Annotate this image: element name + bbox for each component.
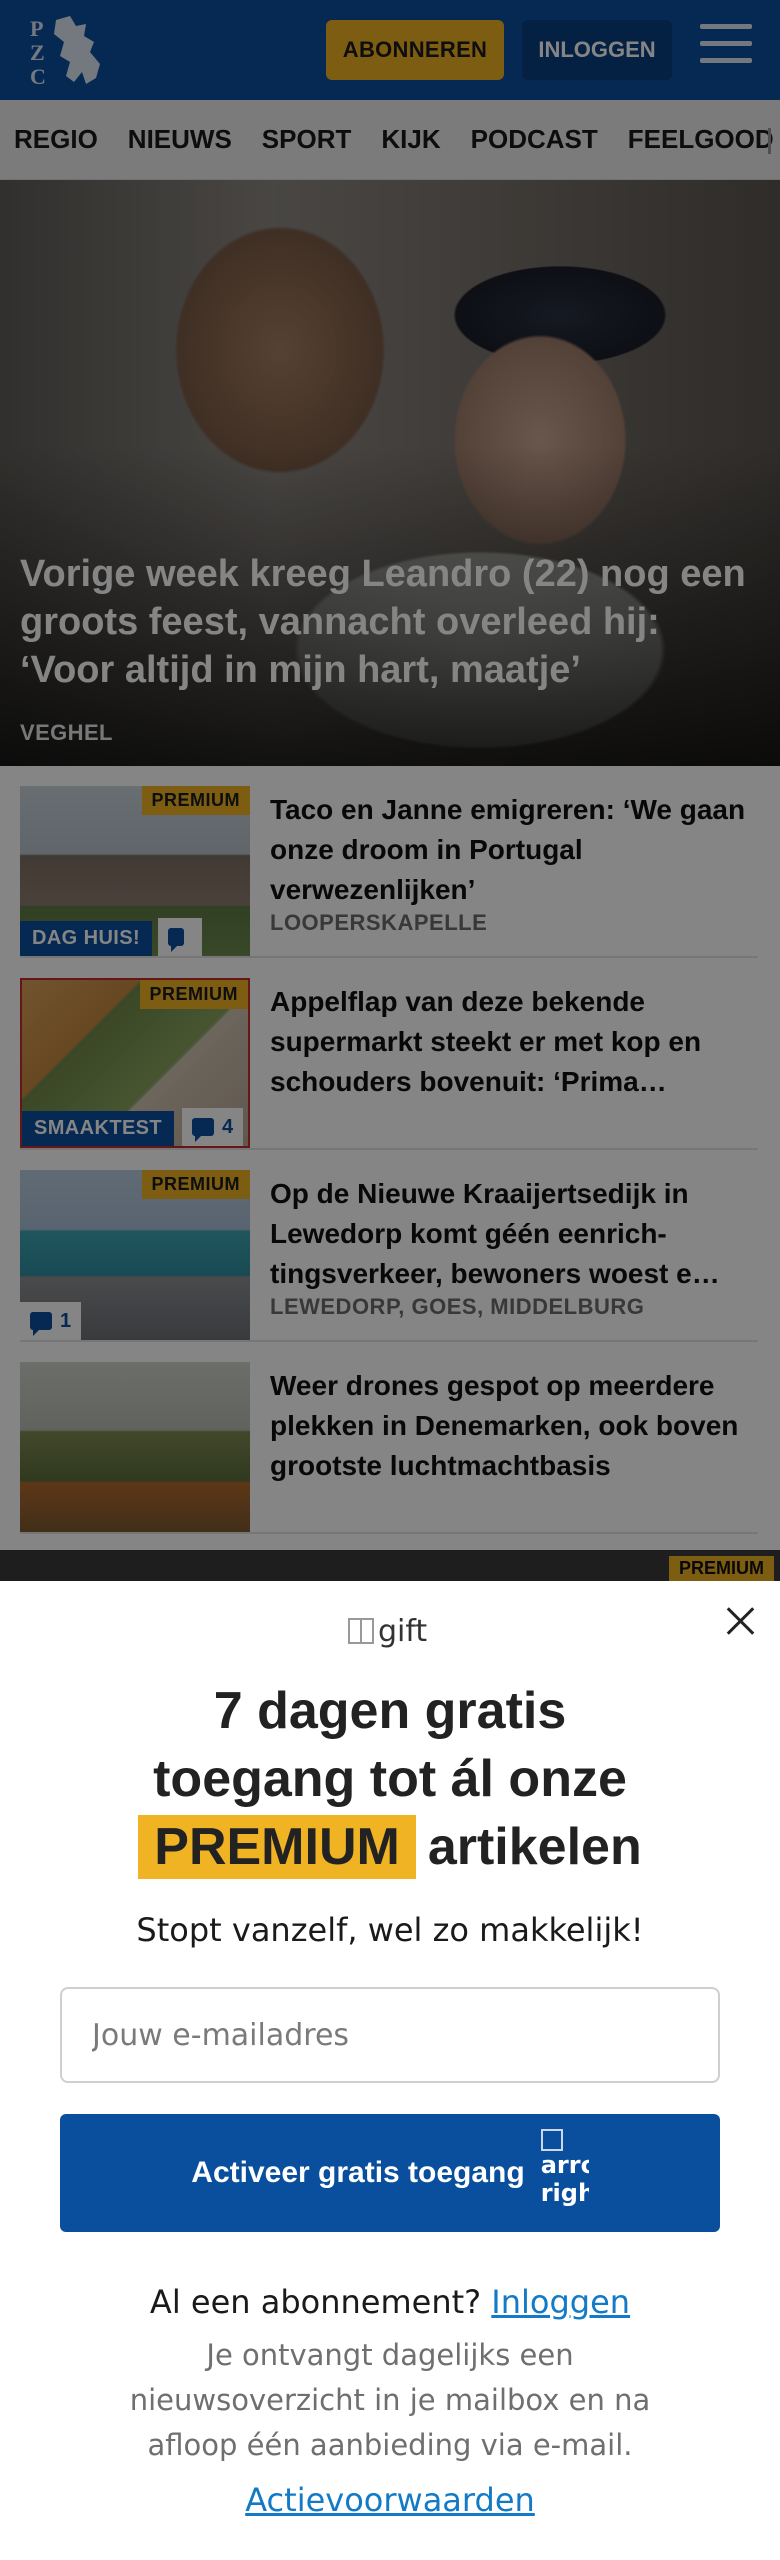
terms-link[interactable]: Actievoorwaarden (245, 2481, 535, 2519)
login-link[interactable]: Inloggen (491, 2283, 630, 2321)
arrow-right-icon: arrow-right (540, 2125, 589, 2221)
modal-info-text: Je ontvangt dagelijks een nieuwsoverzich… (129, 2338, 651, 2462)
activate-button[interactable]: Activeer gratis toegang arrow-right (60, 2114, 720, 2232)
gift-icon: gift (348, 1611, 427, 1651)
terms-link-wrapper: Actievoorwaarden (0, 2481, 780, 2519)
existing-subscription-text: Al een abonnement? Inloggen (149, 2283, 631, 2321)
email-input[interactable] (60, 1987, 720, 2083)
modal-subline: Stopt vanzelf, wel zo makkelijk! (136, 1911, 644, 1949)
premium-highlight: PREMIUM (138, 1815, 416, 1879)
modal-backdrop[interactable] (0, 0, 780, 1581)
premium-trial-modal: gift 7 dagen gratis toegang tot ál onze … (0, 1581, 780, 2560)
modal-headline: 7 dagen gratis toegang tot ál onze PREMI… (0, 1677, 780, 1881)
close-icon[interactable] (722, 1603, 758, 1639)
